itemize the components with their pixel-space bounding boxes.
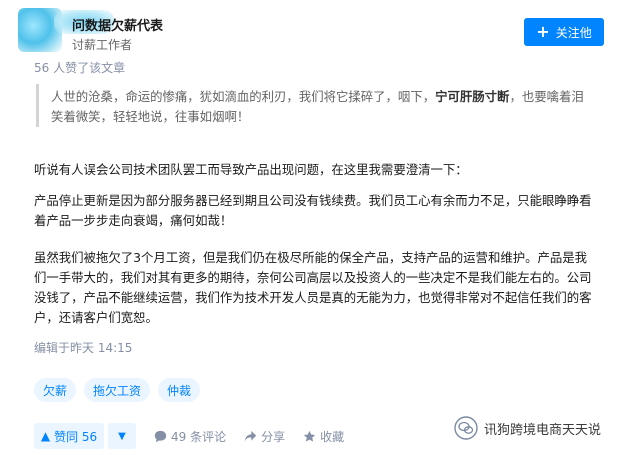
follow-button[interactable]: + 关注他	[524, 18, 604, 46]
tag-item[interactable]: 拖欠工资	[84, 378, 151, 402]
share-label: 分享	[261, 429, 286, 444]
star-icon	[303, 430, 316, 442]
blockquote: 人世的沧桑，命运的惨痛，犹如滴血的利刃，我们将它揉碎了，咽下，宁可肝肠寸断，也要…	[36, 84, 588, 127]
upvote-label: 赞同 56	[54, 429, 98, 444]
favorite-button[interactable]: 收藏	[303, 428, 344, 445]
downvote-button[interactable]: ▼	[108, 423, 136, 449]
wechat-icon	[454, 416, 478, 440]
author-name[interactable]: 问数据欠薪代表	[72, 15, 163, 34]
triangle-up-icon: ▲	[40, 429, 51, 443]
tag-item[interactable]: 欠薪	[34, 378, 77, 402]
favorite-label: 收藏	[320, 429, 345, 444]
author-title: 讨薪工作者	[72, 38, 133, 52]
watermark: 讯狗跨境电商天天说	[454, 416, 601, 440]
edit-time: 编辑于昨天 14:15	[34, 341, 133, 355]
share-icon	[244, 430, 257, 441]
tag-list: 欠薪 拖欠工资 仲裁	[34, 378, 201, 402]
quote-bold-text: 宁可肝肠寸断	[435, 89, 510, 104]
paragraph-2: 产品停止更新是因为部分服务器已经到期且公司没有钱续费。我们员工心有余而力不足，只…	[34, 193, 592, 228]
triangle-down-icon: ▼	[118, 430, 126, 442]
likes-summary[interactable]: 56 人赞了该文章	[34, 59, 125, 76]
follow-button-label: 关注他	[555, 25, 592, 40]
comments-button[interactable]: 49 条评论	[154, 428, 226, 445]
tag-item[interactable]: 仲裁	[158, 378, 201, 402]
action-bar: ▲ 赞同 56 ▼ 49 条评论 分享 收藏	[34, 423, 344, 449]
watermark-text: 讯狗跨境电商天天说	[483, 422, 601, 438]
plus-icon: +	[536, 22, 550, 41]
upvote-button[interactable]: ▲ 赞同 56	[34, 423, 104, 449]
article-header: 问数据欠薪代表 讨薪工作者 + 关注他	[14, 6, 614, 54]
quote-text-1: 人世的沧桑，命运的惨痛，犹如滴血的利刃，我们将它揉碎了，咽下，	[51, 89, 436, 104]
share-button[interactable]: 分享	[244, 428, 285, 445]
paragraph-3: 虽然我们被拖欠了3个月工资，但是我们仍在极尽所能的保全产品，支持产品的运营和维护…	[34, 250, 592, 325]
comments-label: 49 条评论	[171, 429, 227, 444]
paragraph-1: 听说有人误会公司技术团队罢工而导致产品出现问题，在这里我需要澄清一下：	[34, 162, 468, 177]
comment-icon	[154, 430, 167, 442]
